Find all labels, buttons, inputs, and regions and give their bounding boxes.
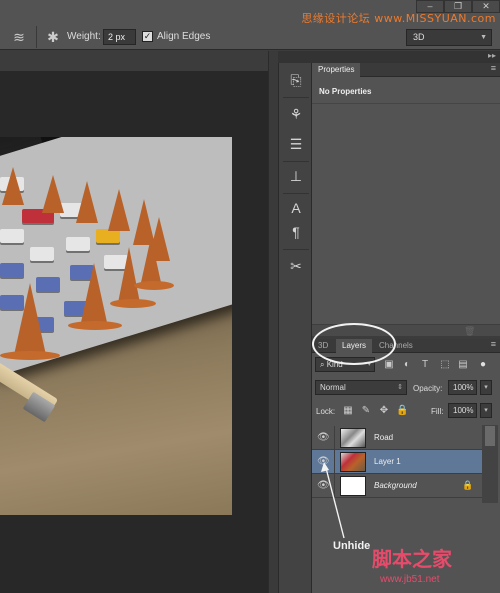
icon-column-header <box>278 51 312 63</box>
filter-toggle-icon[interactable]: ● <box>477 359 489 371</box>
highlight-ellipse <box>312 323 396 365</box>
traffic-cone <box>80 263 108 327</box>
lock-label: Lock: <box>316 407 336 416</box>
trash-icon[interactable]: 🗑 <box>464 326 475 337</box>
opacity-dropdown-icon[interactable]: ▾ <box>480 380 492 395</box>
watermark-top: 思缘设计论坛 www.MISSYUAN.com <box>301 12 496 25</box>
layer-name: Background <box>374 481 417 490</box>
photoshop-window: – ❐ ✕ 思缘设计论坛 www.MISSYUAN.com ≋ ✱ Weight… <box>0 0 500 593</box>
traffic-cone <box>14 283 46 355</box>
fill-label: Fill: <box>431 407 444 416</box>
character-icon[interactable]: A <box>287 199 305 217</box>
panel-dock-header: ▸▸ <box>312 51 500 63</box>
smart-object-filter-icon[interactable]: ▤ <box>457 359 469 371</box>
properties-panel: No Properties <box>312 77 500 324</box>
lock-icon: 🔒 <box>462 480 474 490</box>
cone-base <box>68 321 122 330</box>
divider <box>312 103 500 104</box>
gear-icon[interactable]: ✱ <box>44 28 62 46</box>
divider <box>334 426 335 450</box>
panel-icon-column: ⎘ ⚘ ☰ ⊥ A ¶ ✂ <box>278 63 312 593</box>
weight-label: Weight: <box>67 31 101 42</box>
tools-icon[interactable]: ✂ <box>287 257 305 275</box>
layer-name: Road <box>374 433 394 442</box>
traffic-cone <box>2 167 24 205</box>
type-filter-icon[interactable]: T <box>419 359 431 371</box>
traffic-cone <box>140 237 162 287</box>
cone-base <box>0 351 60 360</box>
cone-base <box>134 281 174 290</box>
layer-stack-icon[interactable]: ≋ <box>10 28 28 46</box>
blend-mode-select[interactable]: Normal ⇕ <box>315 380 407 395</box>
traffic-cone <box>76 181 98 223</box>
watermark-bottom: 脚本之家 <box>372 547 452 571</box>
paragraph-icon[interactable]: ¶ <box>287 223 305 241</box>
lock-all-icon[interactable]: 🔒 <box>396 405 408 417</box>
history-icon[interactable]: ⎘ <box>287 71 305 89</box>
watermark-bottom-url: www.jb51.net <box>380 574 440 585</box>
divider <box>283 249 309 250</box>
callout-line <box>325 467 345 539</box>
divider <box>283 97 309 98</box>
adjustment-filter-icon[interactable]: ◐ <box>401 359 413 371</box>
calculator-key <box>0 229 24 243</box>
traffic-cone <box>42 175 64 213</box>
traffic-cone <box>118 247 140 303</box>
calculator-key <box>66 237 90 251</box>
callout-arrow <box>321 462 345 539</box>
shape-filter-icon[interactable]: ⬚ <box>439 359 451 371</box>
chevron-updown-icon: ⇕ <box>397 384 403 391</box>
arrow-head-icon <box>321 462 329 472</box>
blend-mode-value: Normal <box>320 383 346 392</box>
eye-icon[interactable]: 👁 <box>317 432 330 444</box>
panel-menu-icon[interactable]: ≡ <box>491 339 496 349</box>
pixel-filter-icon[interactable]: ▣ <box>383 359 395 371</box>
divider <box>36 26 37 48</box>
panel-menu-icon[interactable]: ≡ <box>491 63 496 73</box>
scrollbar-thumb[interactable] <box>485 426 495 446</box>
fill-input[interactable]: 100% <box>448 403 477 418</box>
layer-name: Layer 1 <box>374 457 401 466</box>
document-scrollbar[interactable] <box>268 51 278 593</box>
lock-transparent-icon[interactable]: ▦ <box>342 405 354 417</box>
layer-row-road[interactable]: 👁 Road <box>312 426 482 450</box>
align-edges-checkbox[interactable]: ✓ <box>142 31 153 42</box>
chevron-down-icon: ▼ <box>480 34 487 41</box>
unhide-callout: Unhide <box>333 540 371 552</box>
clone-source-icon[interactable]: ⊥ <box>287 167 305 185</box>
mode-select[interactable]: 3D ▼ <box>406 29 492 46</box>
lock-image-icon[interactable]: ✎ <box>360 405 372 417</box>
opacity-input[interactable]: 100% <box>448 380 477 395</box>
tab-properties[interactable]: Properties <box>312 63 361 77</box>
calculator-key <box>30 247 54 261</box>
cone-base <box>110 299 156 308</box>
weight-input[interactable]: 2 px <box>103 29 136 45</box>
layer-thumbnail <box>340 428 366 448</box>
options-bar: – ❐ ✕ 思缘设计论坛 www.MISSYUAN.com ≋ ✱ Weight… <box>0 0 500 50</box>
brush-icon[interactable]: ⚘ <box>287 105 305 123</box>
search-icon: ⌕ <box>320 360 327 369</box>
lock-position-icon[interactable]: ✥ <box>378 405 390 417</box>
calculator-key <box>0 263 24 277</box>
properties-title: No Properties <box>319 87 372 96</box>
fill-dropdown-icon[interactable]: ▾ <box>480 403 492 418</box>
mode-select-value: 3D <box>413 32 425 42</box>
properties-tabbar: Properties ≡ <box>312 63 500 77</box>
collapse-panels-icon[interactable]: ▸▸ <box>488 51 496 60</box>
align-edges-label: Align Edges <box>157 31 211 42</box>
image-canvas[interactable] <box>0 137 232 515</box>
document-tab-strip <box>0 51 268 71</box>
calculator-key <box>96 229 120 243</box>
opacity-label: Opacity: <box>413 384 443 393</box>
divider <box>283 193 309 194</box>
brush-presets-icon[interactable]: ☰ <box>287 135 305 153</box>
layers-scrollbar[interactable] <box>482 425 498 503</box>
traffic-cone <box>108 189 130 231</box>
divider <box>283 161 309 162</box>
